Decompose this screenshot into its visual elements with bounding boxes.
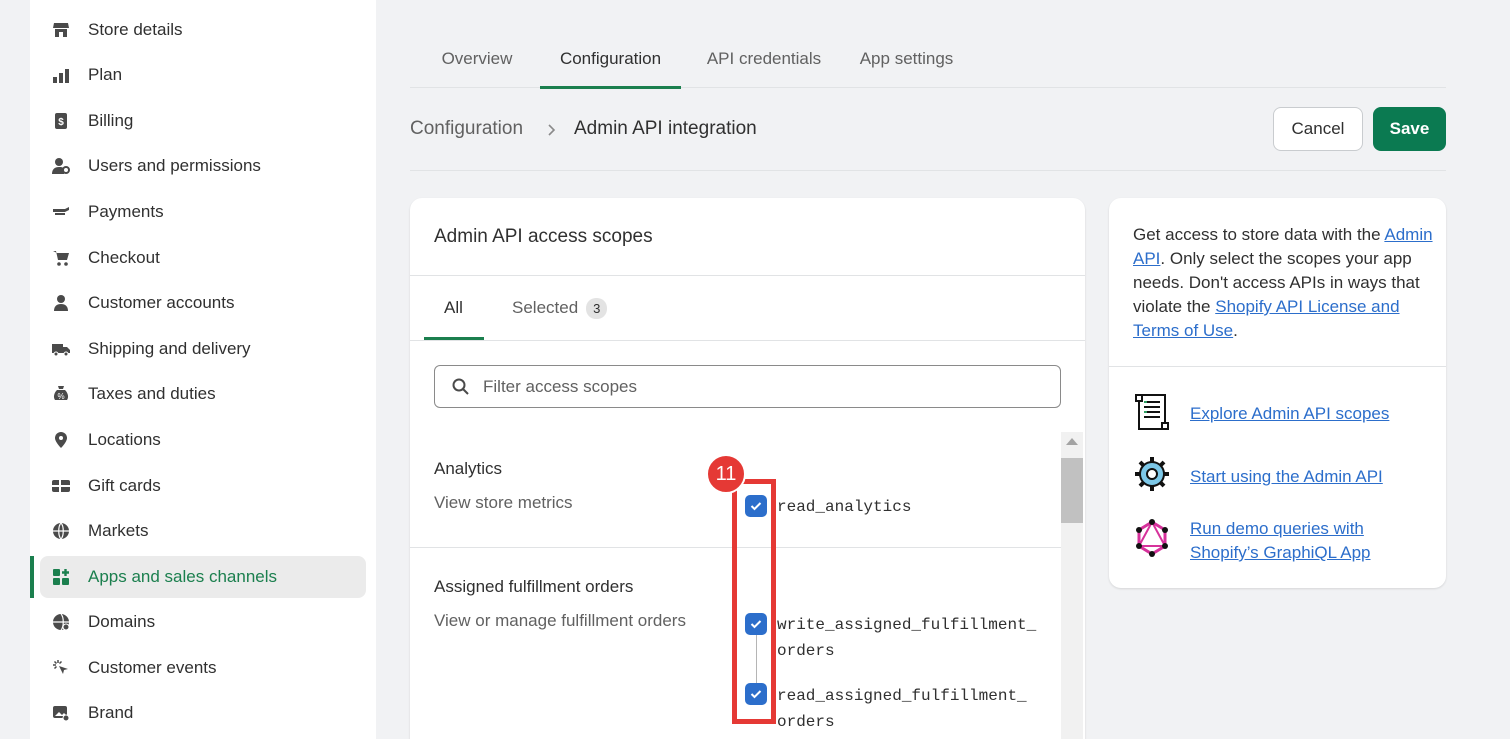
- annotation-number-badge: 11: [706, 454, 746, 494]
- top-tabs: Overview Configuration API credentials A…: [410, 30, 1446, 89]
- sidebar-item-checkout[interactable]: Checkout: [40, 237, 366, 279]
- plan-icon: [50, 64, 72, 86]
- taxes-icon: %: [50, 383, 72, 405]
- sidebar-item-label: Users and permissions: [88, 156, 261, 175]
- scope-write-assigned-fulfillment-orders: write_assigned_fulfillment_ orders: [777, 616, 1037, 660]
- sidebar-item-label: Customer accounts: [88, 293, 235, 312]
- scroll-icon: [1135, 394, 1169, 430]
- graphiql-demo-link[interactable]: Run demo queries with Shopify’s GraphiQL…: [1190, 517, 1420, 565]
- divider: [1109, 366, 1446, 367]
- store-icon: [50, 19, 72, 41]
- tab-overview[interactable]: Overview: [424, 30, 530, 88]
- sidebar-item-billing[interactable]: $ Billing: [40, 100, 366, 142]
- card-title: Admin API access scopes: [434, 226, 653, 247]
- filter-input[interactable]: [483, 376, 1043, 397]
- sidebar-item-domains[interactable]: Domains: [40, 601, 366, 643]
- sidebar-item-locations[interactable]: Locations: [40, 419, 366, 461]
- sidebar-item-users[interactable]: Users and permissions: [40, 145, 366, 187]
- chevron-right-icon: [548, 124, 556, 136]
- tab-app-settings[interactable]: App settings: [851, 30, 962, 88]
- sidebar-item-label: Brand: [88, 703, 134, 722]
- breadcrumb-configuration[interactable]: Configuration: [410, 118, 523, 140]
- info-card: Get access to store data with the Admin …: [1109, 198, 1446, 588]
- divider: [410, 340, 1085, 341]
- graphql-icon: [1136, 519, 1168, 557]
- sidebar-item-customer-events[interactable]: Customer events: [40, 647, 366, 689]
- active-indicator: [30, 556, 34, 598]
- sidebar-item-label: Shipping and delivery: [88, 339, 251, 358]
- tab-api-credentials[interactable]: API credentials: [695, 30, 833, 88]
- sidebar-item-store-details[interactable]: Store details: [40, 9, 366, 51]
- sidebar-item-label: Domains: [88, 612, 156, 631]
- info-text-part: .: [1233, 321, 1238, 340]
- location-icon: [50, 429, 72, 451]
- subtab-selected-label: Selected: [512, 298, 579, 317]
- sidebar-item-markets[interactable]: Markets: [40, 510, 366, 552]
- sidebar-item-label: Apps and sales channels: [88, 567, 278, 586]
- sidebar-item-gift-cards[interactable]: Gift cards: [40, 465, 366, 507]
- gear-icon: [1135, 457, 1169, 491]
- filter-field[interactable]: [434, 365, 1061, 408]
- sidebar-item-plan[interactable]: Plan: [40, 54, 366, 96]
- users-icon: [50, 155, 72, 177]
- billing-icon: $: [50, 110, 72, 132]
- tab-configuration[interactable]: Configuration: [540, 30, 681, 89]
- sidebar-item-taxes[interactable]: % Taxes and duties: [40, 373, 366, 415]
- sidebar-item-label: Markets: [88, 521, 149, 540]
- truck-icon: [50, 338, 72, 360]
- settings-sidebar: Store details Plan $ Billing Users and p…: [30, 0, 376, 739]
- domains-icon: [50, 611, 72, 633]
- sidebar-item-shipping[interactable]: Shipping and delivery: [40, 328, 366, 370]
- svg-text:%: %: [57, 392, 64, 401]
- svg-text:$: $: [58, 117, 64, 128]
- group-desc-analytics: View store metrics: [434, 493, 573, 512]
- gift-card-icon: [50, 475, 72, 497]
- sidebar-item-label: Gift cards: [88, 476, 161, 495]
- group-desc-fulfillment: View or manage fulfillment orders: [434, 611, 686, 630]
- sidebar-item-customer-accounts[interactable]: Customer accounts: [40, 282, 366, 324]
- header-divider: [410, 170, 1446, 171]
- page-title: Admin API integration: [574, 118, 757, 139]
- save-button[interactable]: Save: [1373, 107, 1446, 151]
- subtab-selected[interactable]: Selected 3: [512, 276, 608, 340]
- scope-read-assigned-fulfillment-orders: read_assigned_fulfillment_ orders: [777, 687, 1027, 731]
- group-title-fulfillment: Assigned fulfillment orders: [434, 577, 634, 596]
- sidebar-item-brand[interactable]: Brand: [40, 692, 366, 734]
- subtab-all[interactable]: All: [444, 276, 463, 340]
- info-text-part: Get access to store data with the: [1133, 225, 1385, 244]
- cursor-icon: [50, 657, 72, 679]
- sidebar-item-label: Payments: [88, 202, 164, 221]
- group-title-analytics: Analytics: [434, 459, 503, 478]
- start-admin-api-link[interactable]: Start using the Admin API: [1190, 465, 1420, 489]
- sidebar-item-label: Locations: [88, 430, 161, 449]
- explore-scopes-link[interactable]: Explore Admin API scopes: [1190, 402, 1420, 426]
- scroll-thumb[interactable]: [1061, 458, 1083, 523]
- sidebar-item-label: Store details: [88, 20, 183, 39]
- sidebar-item-label: Checkout: [88, 248, 160, 267]
- sidebar-item-label: Taxes and duties: [88, 384, 216, 403]
- sidebar-item-label: Billing: [88, 111, 134, 130]
- person-icon: [50, 292, 72, 314]
- search-icon: [452, 378, 469, 395]
- payments-icon: [50, 201, 72, 223]
- selected-count-badge: 3: [586, 297, 608, 319]
- globe-icon: [50, 520, 72, 542]
- cancel-button[interactable]: Cancel: [1273, 107, 1363, 151]
- brand-icon: [50, 702, 72, 724]
- info-text: Get access to store data with the Admin …: [1133, 223, 1433, 343]
- sidebar-item-label: Customer events: [88, 658, 217, 677]
- sidebar-item-label: Plan: [88, 65, 123, 84]
- cart-icon: [50, 247, 72, 269]
- sidebar-item-apps[interactable]: Apps and sales channels: [40, 556, 366, 598]
- scope-read-analytics: read_analytics: [777, 498, 912, 516]
- annotation-highlight-box: [732, 479, 776, 724]
- scopes-scrollbar[interactable]: [1061, 432, 1083, 739]
- apps-icon: [50, 566, 72, 588]
- scroll-up-arrow-icon[interactable]: [1066, 438, 1078, 445]
- sidebar-item-payments[interactable]: Payments: [40, 191, 366, 233]
